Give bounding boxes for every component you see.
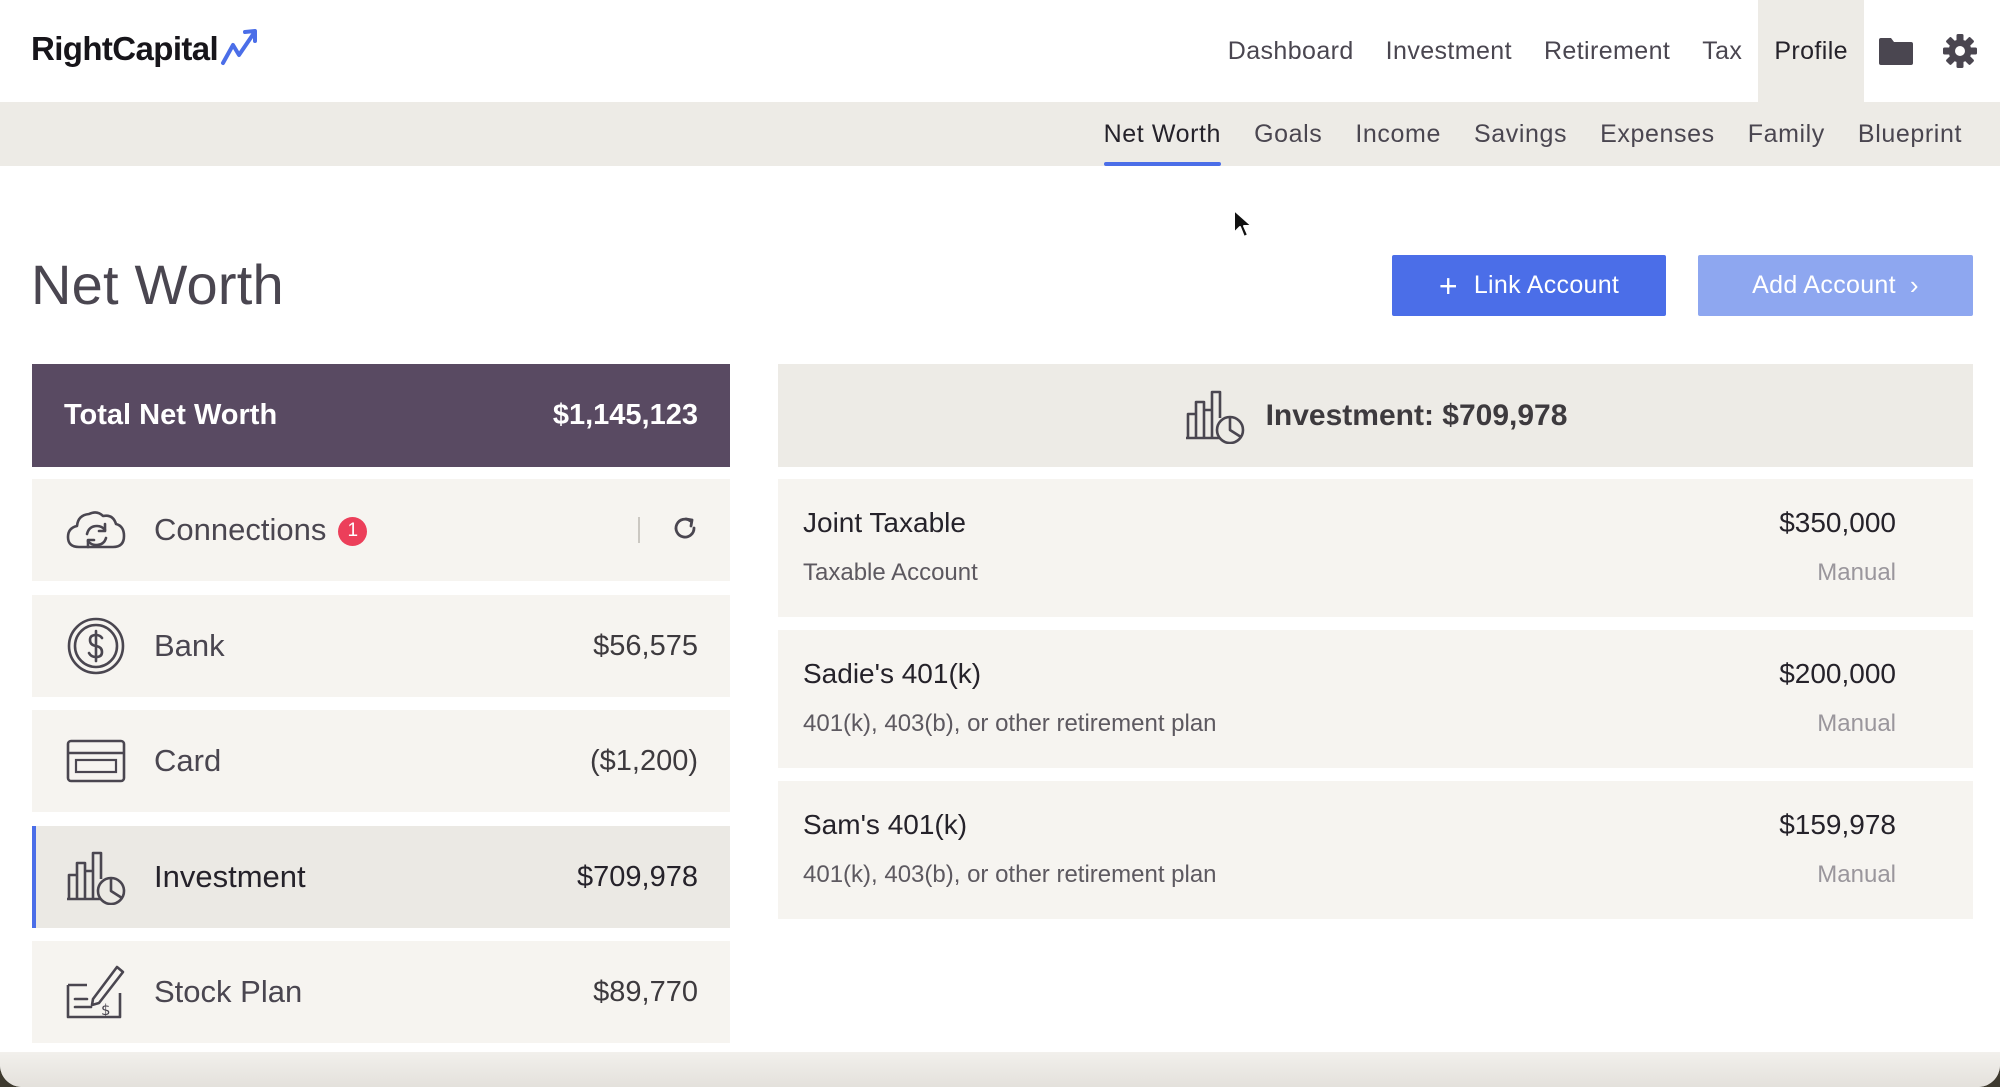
nav-dashboard[interactable]: Dashboard (1212, 0, 1370, 102)
link-account-button[interactable]: + Link Account (1392, 255, 1666, 316)
account-value: $200,000 (1779, 658, 1896, 689)
page-title: Net Worth (31, 253, 284, 316)
svg-text:$: $ (101, 1001, 111, 1019)
category-investment[interactable]: Investment $709,978 (32, 826, 730, 928)
category-bank[interactable]: Bank $56,575 (32, 595, 730, 697)
investment-detail-title: Investment: $709,978 (1265, 398, 1568, 432)
logo[interactable]: RightCapital (31, 29, 262, 68)
sub-nav-bar: Net Worth Goals Income Savings Expenses … (0, 102, 2000, 166)
add-account-label: Add Account (1752, 271, 1896, 299)
divider (638, 517, 640, 543)
account-source: Manual (1817, 710, 1896, 737)
account-value: $159,978 (1779, 809, 1896, 840)
account-source: Manual (1817, 559, 1896, 586)
tab-goals[interactable]: Goals (1254, 102, 1322, 166)
add-account-button[interactable]: Add Account › (1698, 255, 1973, 316)
tab-savings[interactable]: Savings (1474, 102, 1567, 166)
chevron-right-icon: › (1909, 270, 1919, 300)
investment-detail-header: Investment: $709,978 (778, 364, 1973, 467)
account-value: $350,000 (1779, 507, 1896, 538)
account-type: Taxable Account (803, 559, 978, 586)
logo-text: RightCapital (31, 30, 219, 67)
tab-net-worth[interactable]: Net Worth (1103, 102, 1222, 166)
nav-tax[interactable]: Tax (1686, 0, 1758, 102)
account-name: Sam's 401(k) (803, 809, 968, 840)
app-window: RightCapital Dashboard Investment Retire… (0, 0, 2000, 1087)
cloud-sync-icon (64, 498, 128, 562)
account-name: Sadie's 401(k) (803, 658, 982, 689)
gear-icon (1943, 34, 1977, 68)
stock-plan-value: $89,770 (593, 975, 698, 1008)
account-type: 401(k), 403(b), or other retirement plan (803, 861, 1217, 888)
tab-blueprint[interactable]: Blueprint (1858, 102, 1962, 166)
logo-arrow-icon (221, 29, 258, 65)
plus-icon: + (1438, 267, 1458, 304)
bank-label: Bank (154, 628, 225, 663)
card-label: Card (154, 743, 222, 778)
folder-button[interactable] (1864, 0, 1928, 102)
account-type: 401(k), 403(b), or other retirement plan (803, 710, 1217, 737)
investment-chart-icon (1185, 390, 1244, 444)
nav-retirement[interactable]: Retirement (1528, 0, 1686, 102)
account-row[interactable]: Sam's 401(k) $159,978 401(k), 403(b), or… (778, 781, 1973, 919)
total-net-worth-value: $1,145,123 (552, 399, 698, 431)
tab-family[interactable]: Family (1748, 102, 1825, 166)
main-nav: Dashboard Investment Retirement Tax Prof… (1212, 0, 2000, 102)
bottom-fade (0, 1052, 2000, 1087)
card-value: ($1,200) (589, 744, 698, 777)
account-row[interactable]: Sadie's 401(k) $200,000 401(k), 403(b), … (778, 630, 1973, 768)
bank-value: $56,575 (593, 629, 698, 662)
stock-plan-icon: $ (64, 960, 128, 1024)
nav-investment[interactable]: Investment (1370, 0, 1528, 102)
stock-plan-label: Stock Plan (154, 974, 303, 1009)
account-name: Joint Taxable (803, 507, 966, 538)
dollar-coin-icon (64, 614, 128, 678)
total-net-worth-label: Total Net Worth (64, 399, 278, 431)
category-stock-plan[interactable]: $ Stock Plan $89,770 (32, 941, 730, 1043)
nav-profile[interactable]: Profile (1758, 0, 1864, 102)
investment-value: $709,978 (577, 860, 698, 893)
tab-income[interactable]: Income (1355, 102, 1441, 166)
settings-button[interactable] (1928, 0, 1992, 102)
investment-label: Investment (154, 859, 306, 894)
notification-badge: 1 (338, 516, 368, 546)
category-label: Connections 1 (154, 512, 638, 548)
account-row[interactable]: Joint Taxable $350,000 Taxable Account M… (778, 479, 1973, 617)
category-card[interactable]: Card ($1,200) (32, 710, 730, 812)
investment-chart-icon (64, 845, 128, 909)
refresh-icon[interactable] (672, 515, 698, 546)
category-connections[interactable]: Connections 1 (32, 479, 730, 581)
folder-icon (1879, 38, 1913, 65)
mouse-cursor-icon (1233, 209, 1253, 238)
tab-expenses[interactable]: Expenses (1600, 102, 1715, 166)
total-net-worth: Total Net Worth $1,145,123 (32, 364, 730, 467)
account-source: Manual (1817, 861, 1896, 888)
sub-nav: Net Worth Goals Income Savings Expenses … (1103, 102, 1962, 166)
link-account-label: Link Account (1473, 271, 1620, 299)
top-header: RightCapital Dashboard Investment Retire… (0, 0, 2000, 102)
credit-card-icon (64, 729, 128, 793)
connections-label: Connections (154, 512, 327, 547)
